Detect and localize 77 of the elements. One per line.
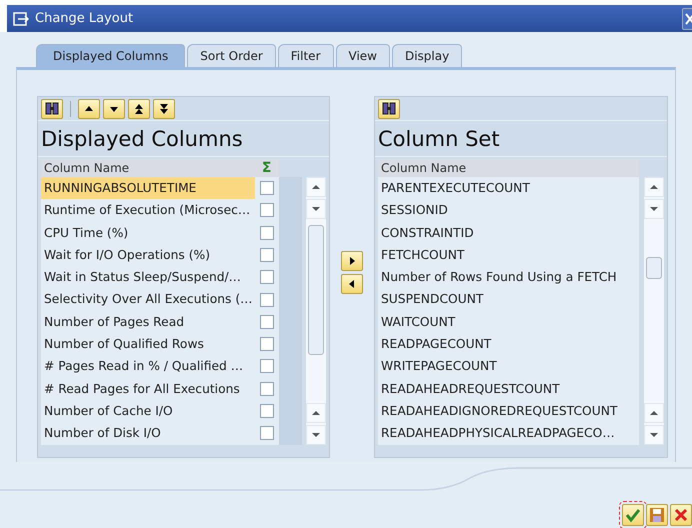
- list-item[interactable]: Number of Cache I/O: [41, 400, 255, 422]
- list-item[interactable]: RUNNINGABSOLUTETIME: [41, 177, 255, 200]
- list-item[interactable]: Number of Rows Found Using a FETCH: [378, 266, 639, 288]
- panel-title: Column Set: [375, 121, 667, 157]
- scroll-down-button[interactable]: [644, 199, 664, 219]
- cancel-button[interactable]: [670, 504, 692, 526]
- move-button[interactable]: [103, 98, 125, 118]
- list-item[interactable]: # Read Pages for All Executions: [41, 378, 255, 400]
- scroll-up-button[interactable]: [644, 177, 664, 197]
- list-item[interactable]: FETCHCOUNT: [378, 244, 639, 266]
- confirm-button[interactable]: [622, 504, 644, 526]
- list-item[interactable]: WRITEPAGECOUNT: [378, 355, 639, 378]
- list-item[interactable]: WAITCOUNT: [378, 310, 639, 334]
- layout-icon: [13, 12, 29, 26]
- checkmark-icon: [625, 507, 641, 523]
- list-item[interactable]: SESSIONID: [378, 199, 639, 222]
- list-item[interactable]: Wait in Status Sleep/Suspend/…: [41, 266, 255, 288]
- scroll-up-button[interactable]: [644, 402, 664, 423]
- window-title: Change Layout: [35, 11, 134, 26]
- panel-title: Displayed Columns: [38, 121, 329, 157]
- move-top-icon: [133, 102, 145, 114]
- sum-header: Σ: [254, 159, 279, 177]
- scroll-thumb[interactable]: [646, 257, 662, 279]
- checkbox[interactable]: [260, 426, 274, 440]
- scroll-up-button[interactable]: [306, 177, 326, 197]
- list-item[interactable]: # Pages Read in % / Qualified …: [41, 355, 255, 378]
- checkbox[interactable]: [260, 248, 274, 262]
- move-bottom-icon: [158, 102, 170, 114]
- find-button[interactable]: [41, 98, 63, 118]
- binoculars-icon: [382, 102, 396, 115]
- tab[interactable]: Sort Order: [187, 44, 276, 67]
- scroll-up-button[interactable]: [306, 402, 326, 423]
- column-header: Column Name: [41, 159, 255, 177]
- list-item[interactable]: CPU Time (%): [41, 222, 255, 244]
- checkbox[interactable]: [260, 382, 274, 396]
- move-button[interactable]: [78, 98, 100, 118]
- column-header: Column Name: [378, 159, 639, 177]
- save-button[interactable]: [646, 504, 668, 526]
- list-item[interactable]: READAHEADIGNOREDREQUESTCOUNT: [378, 400, 639, 422]
- checkbox[interactable]: [260, 270, 274, 284]
- checkbox[interactable]: [260, 181, 274, 196]
- scroll-thumb[interactable]: [308, 225, 324, 355]
- checkbox[interactable]: [260, 404, 274, 418]
- checkbox[interactable]: [260, 314, 274, 329]
- list-item[interactable]: Wait for I/O Operations (%): [41, 244, 255, 266]
- checkbox[interactable]: [260, 292, 274, 307]
- checkbox[interactable]: [260, 203, 274, 218]
- list-item[interactable]: READAHEADPHYSICALREADPAGECO…: [378, 422, 639, 445]
- tab[interactable]: Filter: [278, 44, 334, 67]
- checkbox[interactable]: [260, 359, 274, 374]
- move-button[interactable]: [128, 98, 150, 118]
- find-button[interactable]: [378, 98, 400, 118]
- list-item[interactable]: Number of Pages Read: [41, 310, 255, 334]
- scrollbar[interactable]: [644, 177, 664, 445]
- scroll-down-button[interactable]: [644, 424, 664, 445]
- tab[interactable]: View: [336, 44, 390, 67]
- list-item[interactable]: Runtime of Execution (Microsec…: [41, 199, 255, 222]
- list-item[interactable]: READPAGECOUNT: [378, 333, 639, 356]
- checkbox[interactable]: [260, 226, 274, 240]
- close-icon: [673, 507, 689, 523]
- scroll-down-button[interactable]: [306, 424, 326, 445]
- remove-column-button[interactable]: [341, 274, 363, 294]
- list-item[interactable]: SUSPENDCOUNT: [378, 288, 639, 311]
- add-column-button[interactable]: [341, 251, 363, 271]
- tab[interactable]: Display: [392, 44, 462, 67]
- move-button[interactable]: [153, 98, 175, 118]
- list-item[interactable]: CONSTRAINTID: [378, 222, 639, 244]
- scrollbar[interactable]: [306, 177, 326, 445]
- scroll-down-button[interactable]: [306, 199, 326, 219]
- list-item[interactable]: Selectivity Over All Executions (…: [41, 288, 255, 311]
- checkbox[interactable]: [260, 337, 274, 352]
- binoculars-icon: [45, 102, 59, 115]
- tab[interactable]: Displayed Columns: [36, 44, 186, 67]
- list-item[interactable]: Number of Disk I/O: [41, 422, 255, 445]
- list-item[interactable]: READAHEADREQUESTCOUNT: [378, 378, 639, 400]
- list-item[interactable]: Number of Qualified Rows: [41, 333, 255, 356]
- list-item[interactable]: PARENTEXECUTECOUNT: [378, 177, 639, 200]
